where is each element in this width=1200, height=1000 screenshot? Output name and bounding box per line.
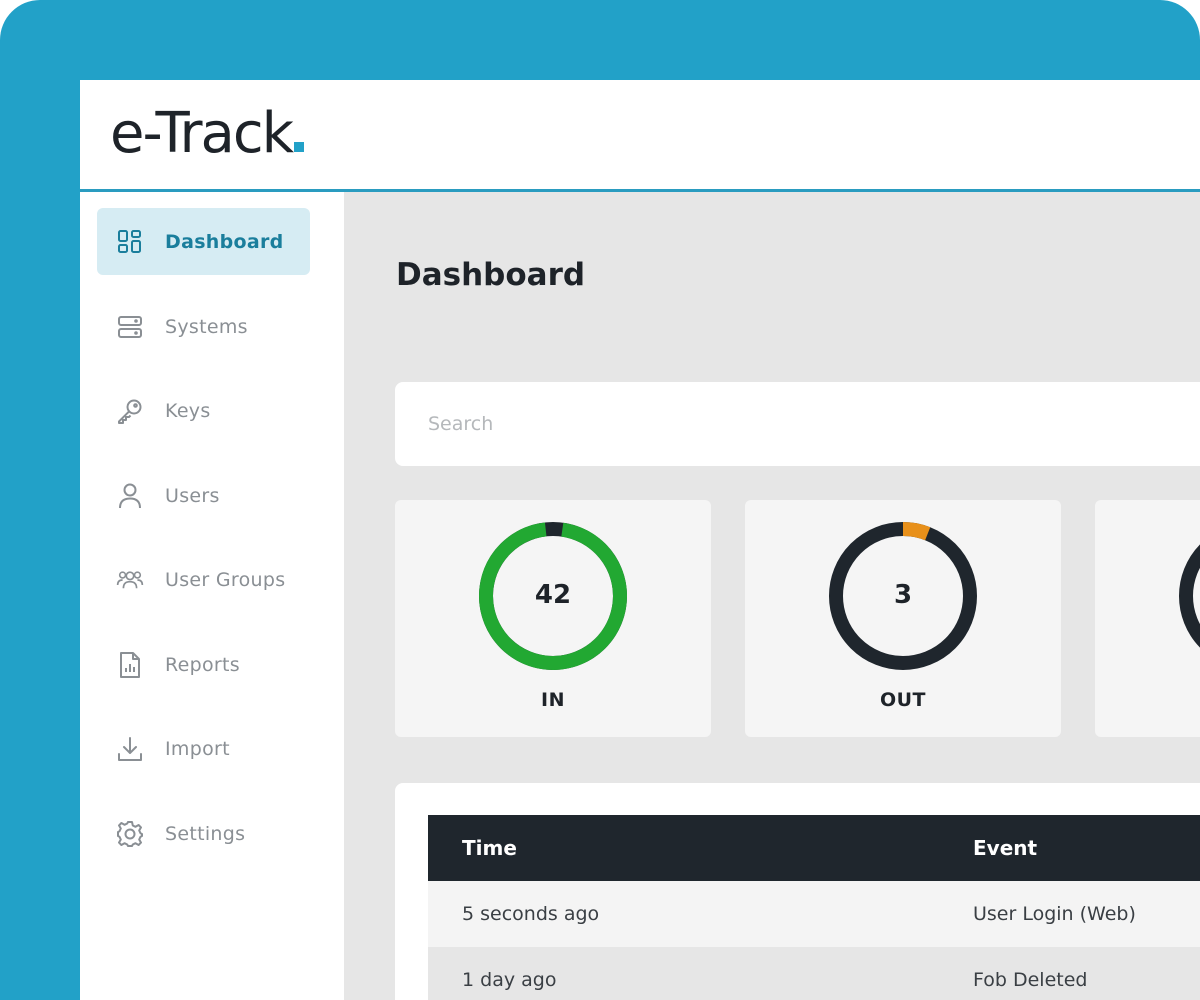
main-content: Dashboard 42 IN 3 OUT — [344, 192, 1200, 1000]
sidebar-item-systems[interactable]: Systems — [97, 293, 310, 360]
events-table-card: Time Event 5 seconds ago User Login (Web… — [395, 783, 1200, 1000]
sidebar-item-import[interactable]: Import — [97, 715, 310, 782]
sidebar-item-label: Import — [165, 737, 230, 760]
report-icon — [116, 651, 144, 679]
user-icon — [116, 482, 144, 510]
cell-event: User Login (Web) — [973, 903, 1136, 925]
logo[interactable]: e-Track — [110, 101, 305, 166]
sidebar-item-user-groups[interactable]: User Groups — [97, 546, 310, 613]
column-header-event[interactable]: Event — [973, 815, 1037, 881]
sidebar-item-label: Systems — [165, 315, 248, 338]
logo-dot — [294, 142, 305, 152]
out-count: 3 — [893, 580, 913, 610]
table-row[interactable]: 5 seconds ago User Login (Web) — [428, 881, 1200, 947]
sidebar-item-reports[interactable]: Reports — [97, 631, 310, 698]
third-donut-chart — [1179, 522, 1200, 670]
page-title: Dashboard — [396, 257, 586, 293]
sidebar-item-keys[interactable]: Keys — [97, 377, 310, 444]
cell-event: Fob Deleted — [973, 969, 1088, 991]
stat-card-in[interactable]: 42 IN — [395, 500, 711, 737]
sidebar-item-settings[interactable]: Settings — [97, 800, 310, 867]
stat-card-out[interactable]: 3 OUT — [745, 500, 1061, 737]
cell-time: 1 day ago — [462, 969, 557, 991]
search-input[interactable] — [395, 382, 1200, 466]
sidebar-item-label: User Groups — [165, 568, 286, 591]
sidebar-item-label: Reports — [165, 653, 240, 676]
sidebar-item-label: Dashboard — [165, 230, 284, 253]
in-count: 42 — [534, 580, 572, 610]
sidebar: Dashboard Systems Keys Users User Groups… — [80, 192, 344, 1000]
dashboard-grid-icon — [116, 228, 144, 256]
key-icon — [116, 397, 144, 425]
sidebar-item-label: Users — [165, 484, 220, 507]
app-window: e-Track Dashboard Systems Keys Users Use… — [80, 80, 1200, 1000]
cell-time: 5 seconds ago — [462, 903, 600, 925]
sidebar-item-users[interactable]: Users — [97, 462, 310, 529]
sidebar-item-dashboard[interactable]: Dashboard — [97, 208, 310, 275]
stat-card-third[interactable] — [1095, 500, 1200, 737]
in-label: IN — [541, 689, 565, 711]
out-label: OUT — [879, 689, 927, 711]
sidebar-item-label: Settings — [165, 822, 246, 845]
top-bar: e-Track — [80, 80, 1200, 192]
third-ring-base — [1179, 544, 1200, 648]
logo-text: e-Track — [110, 101, 294, 166]
column-header-time[interactable]: Time — [462, 815, 517, 881]
server-icon — [116, 313, 144, 341]
import-icon — [116, 735, 144, 763]
table-row[interactable]: 1 day ago Fob Deleted — [428, 947, 1200, 1000]
user-group-icon — [116, 566, 144, 594]
gear-icon — [116, 820, 144, 848]
table-header: Time Event — [428, 815, 1200, 881]
sidebar-item-label: Keys — [165, 399, 211, 422]
